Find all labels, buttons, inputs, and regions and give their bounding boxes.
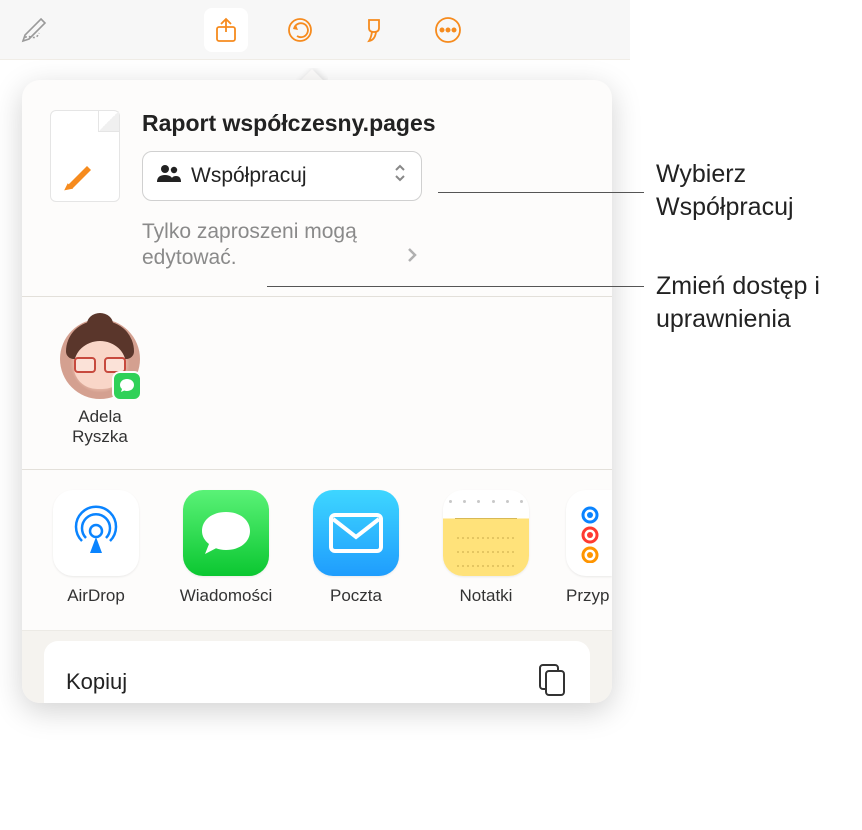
callout-change-access: Zmień dostęp i uprawnienia xyxy=(656,270,856,335)
copy-icon xyxy=(536,661,568,703)
app-toolbar xyxy=(0,0,630,60)
document-thumbnail xyxy=(50,110,120,202)
app-label: Wiadomości xyxy=(180,586,273,606)
app-reminders[interactable]: Przyp xyxy=(566,490,612,606)
app-mail[interactable]: Poczta xyxy=(306,490,406,606)
messages-badge-icon xyxy=(112,371,142,401)
share-popover: Raport współczesny.pages Współpracuj xyxy=(22,80,612,703)
share-actions: Kopiuj xyxy=(22,630,612,703)
app-messages[interactable]: Wiadomości xyxy=(176,490,276,606)
app-notes[interactable]: Notatki xyxy=(436,490,536,606)
contact-name: Adela Ryszka xyxy=(50,407,150,448)
messages-icon xyxy=(183,490,269,576)
drawing-tool-button[interactable] xyxy=(12,8,56,52)
notes-icon xyxy=(443,490,529,576)
callout-choose-collaborate: Wybierz Współpracuj xyxy=(656,158,856,223)
app-airdrop[interactable]: AirDrop xyxy=(46,490,146,606)
more-button[interactable] xyxy=(426,8,470,52)
format-brush-button[interactable] xyxy=(352,8,396,52)
app-label: AirDrop xyxy=(67,586,125,606)
share-button[interactable] xyxy=(204,8,248,52)
callout-line xyxy=(438,192,644,193)
updown-chevron-icon xyxy=(393,162,407,190)
chevron-right-icon xyxy=(406,245,418,271)
copy-action[interactable]: Kopiuj xyxy=(44,641,590,703)
mail-icon xyxy=(313,490,399,576)
share-apps-row: AirDrop Wiadomości Poczta xyxy=(22,470,612,630)
share-header: Raport współczesny.pages Współpracuj xyxy=(22,80,612,296)
contact-avatar xyxy=(60,319,140,399)
document-title: Raport współczesny.pages xyxy=(142,110,584,137)
contact-item[interactable]: Adela Ryszka xyxy=(50,319,150,448)
collaborate-dropdown[interactable]: Współpracuj xyxy=(142,151,422,201)
app-label: Poczta xyxy=(330,586,382,606)
permissions-text: Tylko zaproszeni mogą edytować. xyxy=(142,219,402,272)
permissions-button[interactable]: Tylko zaproszeni mogą edytować. xyxy=(142,219,584,272)
app-label: Notatki xyxy=(460,586,513,606)
collaborate-label: Współpracuj xyxy=(191,164,307,188)
copy-label: Kopiuj xyxy=(66,669,127,695)
undo-button[interactable] xyxy=(278,8,322,52)
airdrop-icon xyxy=(53,490,139,576)
contacts-row: Adela Ryszka xyxy=(22,297,612,470)
app-label: Przyp xyxy=(566,586,612,606)
people-icon xyxy=(157,163,181,189)
callout-line xyxy=(267,286,644,287)
reminders-icon xyxy=(566,490,612,576)
